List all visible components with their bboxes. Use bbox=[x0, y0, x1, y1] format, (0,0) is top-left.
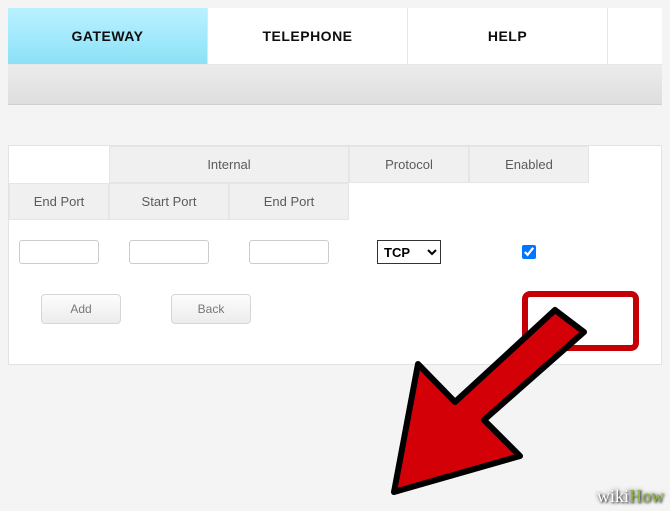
group-header-protocol: Protocol bbox=[349, 146, 469, 183]
button-row: Add Back bbox=[9, 294, 661, 324]
protocol-select[interactable]: TCP bbox=[377, 240, 441, 264]
end-port-ext-input[interactable] bbox=[19, 240, 99, 264]
col-start-port: Start Port bbox=[109, 183, 229, 220]
add-button[interactable]: Add bbox=[41, 294, 121, 324]
blank-cell bbox=[349, 192, 469, 212]
wikihow-watermark: wikiHow bbox=[597, 486, 664, 507]
start-port-input[interactable] bbox=[129, 240, 209, 264]
table-group-row: Internal Protocol Enabled bbox=[9, 146, 661, 183]
tab-help[interactable]: HELP bbox=[408, 8, 608, 64]
cell-protocol: TCP bbox=[349, 234, 469, 270]
cell-enabled bbox=[469, 234, 589, 270]
tab-gateway[interactable]: GATEWAY bbox=[8, 8, 208, 64]
table-row: TCP bbox=[9, 220, 661, 294]
group-header-enabled: Enabled bbox=[469, 146, 589, 183]
blank-cell bbox=[469, 192, 589, 212]
col-end-port-int: End Port bbox=[229, 183, 349, 220]
cell-end-port-int bbox=[229, 234, 349, 270]
col-end-port-ext: End Port bbox=[9, 183, 109, 220]
watermark-how: How bbox=[629, 486, 664, 506]
tab-telephone[interactable]: TELEPHONE bbox=[208, 8, 408, 64]
watermark-wiki: wiki bbox=[597, 486, 629, 506]
subheader-bar bbox=[8, 65, 662, 105]
end-port-int-input[interactable] bbox=[249, 240, 329, 264]
enabled-checkbox[interactable] bbox=[522, 245, 536, 259]
table-column-row: End Port Start Port End Port bbox=[9, 183, 661, 220]
group-header-internal: Internal bbox=[109, 146, 349, 183]
port-forward-panel: Internal Protocol Enabled End Port Start… bbox=[8, 145, 662, 365]
blank-cell bbox=[9, 155, 109, 175]
back-button[interactable]: Back bbox=[171, 294, 251, 324]
cell-start-port bbox=[109, 234, 229, 270]
cell-end-port-ext bbox=[9, 234, 109, 270]
top-nav: GATEWAY TELEPHONE HELP bbox=[8, 8, 662, 65]
